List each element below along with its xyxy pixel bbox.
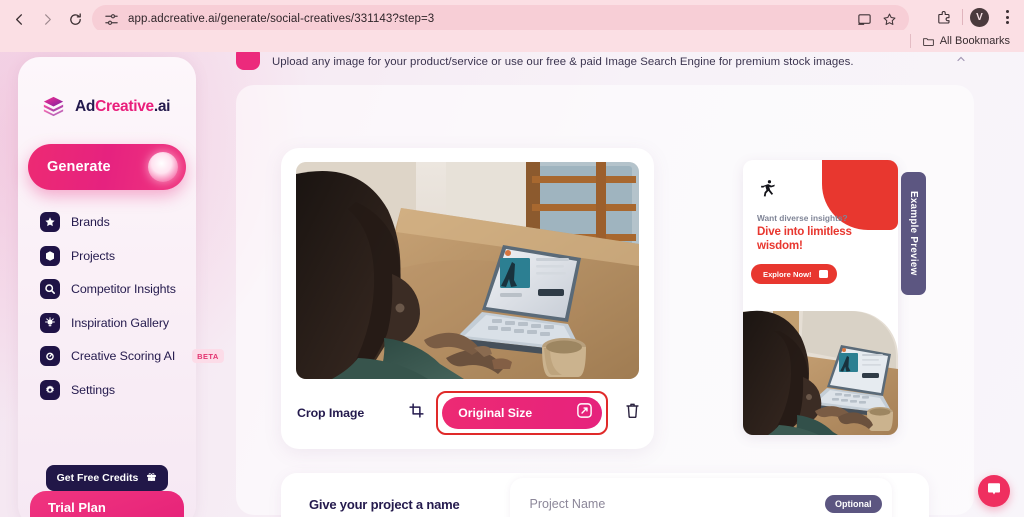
sidebar-item-inspiration-gallery[interactable]: Inspiration Gallery (40, 312, 196, 333)
preview-kicker: Want diverse insights? (757, 213, 848, 223)
logo-part-ai: .ai (153, 97, 171, 115)
adcreative-cube-logo (40, 93, 67, 120)
sidebar-item-label: Competitor Insights (71, 282, 176, 296)
get-free-credits-label: Get Free Credits (56, 472, 139, 484)
back-arrow-icon[interactable] (6, 7, 32, 31)
folder-icon (922, 35, 935, 48)
app-page: AdCreative.ai Generate Brands Projects C… (0, 52, 1024, 517)
sidebar-item-label: Creative Scoring AI (71, 349, 176, 363)
app-logo[interactable]: AdCreative.ai (18, 79, 196, 120)
sidebar-item-label: Projects (71, 248, 115, 263)
dancer-silhouette-logo (757, 177, 787, 210)
original-size-button[interactable]: Original Size (442, 397, 603, 429)
upload-hint-row: Upload any image for your product/servic… (236, 52, 854, 70)
gift-icon (146, 469, 157, 487)
navigation-buttons (6, 7, 88, 31)
upload-hint-text: Upload any image for your product/servic… (272, 56, 854, 68)
glowing-orb-icon (148, 152, 178, 182)
toolbar-divider (962, 9, 963, 25)
logo-part-creative: Creative (95, 97, 154, 115)
trash-icon (625, 402, 640, 424)
lightbulb-icon (40, 312, 60, 333)
chrome-right-controls: V (933, 6, 1018, 28)
white-square-icon (818, 270, 828, 278)
all-bookmarks-label: All Bookmarks (939, 35, 1010, 47)
main-content: Upload any image for your product/servic… (228, 52, 980, 517)
sidebar-item-competitor-insights[interactable]: Competitor Insights (40, 279, 196, 299)
original-size-label: Original Size (458, 406, 533, 420)
uploaded-image[interactable] (296, 162, 639, 379)
optional-badge: Optional (825, 495, 882, 513)
generate-button[interactable]: Generate (28, 144, 186, 190)
app-logo-text: AdCreative.ai (75, 98, 170, 116)
preview-cta-label: Explore Now! (763, 269, 812, 279)
upload-step-card: Crop Image Original Size Want diverse in… (236, 85, 974, 517)
sidebar-item-brands[interactable]: Brands (40, 212, 196, 232)
address-bar[interactable]: app.adcreative.ai/generate/social-creati… (92, 5, 909, 33)
sidebar-item-creative-scoring-ai[interactable]: Creative Scoring AI BETA (40, 346, 224, 366)
trial-plan-label: Trial Plan (48, 500, 106, 515)
avatar[interactable]: V (970, 7, 989, 27)
sidebar: AdCreative.ai Generate Brands Projects C… (18, 57, 224, 517)
original-size-highlight: Original Size (436, 391, 609, 435)
star-icon[interactable] (882, 12, 897, 27)
kebab-menu-icon[interactable] (996, 6, 1018, 28)
cast-icon[interactable] (857, 12, 872, 27)
reload-icon[interactable] (62, 7, 88, 31)
example-preview-card[interactable]: Want diverse insights? Dive into limitle… (743, 160, 898, 435)
sidebar-item-label: Settings (71, 382, 115, 397)
intercom-chat-button[interactable] (978, 475, 1010, 507)
example-preview-tab[interactable]: Example Preview (901, 172, 926, 295)
gear-icon (40, 379, 60, 400)
project-name-row: Give your project a name Optional (281, 473, 929, 517)
star-badge-icon (40, 212, 60, 232)
sidebar-nav: Brands Projects Competitor Insights Insp… (18, 212, 224, 400)
trial-plan-card[interactable]: Trial Plan (30, 491, 184, 517)
tune-icon[interactable] (104, 12, 119, 27)
extensions-icon[interactable] (933, 6, 955, 28)
chevron-up-icon[interactable] (956, 54, 966, 64)
generate-button-label: Generate (47, 159, 111, 175)
logo-part-ad: Ad (75, 97, 96, 115)
beta-badge: BETA (192, 349, 224, 363)
get-free-credits-button[interactable]: Get Free Credits (46, 465, 168, 491)
crop-image-button[interactable]: Crop Image (293, 396, 426, 430)
project-name-field[interactable]: Optional (509, 478, 892, 517)
cube-icon (40, 245, 60, 266)
bookmarks-divider (909, 34, 911, 48)
all-bookmarks-button[interactable]: All Bookmarks (922, 35, 1010, 48)
delete-image-button[interactable] (622, 402, 642, 424)
expand-corner-icon (576, 402, 593, 424)
example-preview-column: Want diverse insights? Dive into limitle… (691, 148, 926, 449)
sidebar-item-projects[interactable]: Projects (40, 245, 196, 266)
forward-arrow-icon[interactable] (34, 7, 60, 31)
omnibox-actions (857, 12, 897, 27)
project-name-input[interactable] (529, 497, 826, 511)
chat-bubble-icon (986, 481, 1002, 502)
project-name-label: Give your project a name (309, 496, 460, 512)
preview-headline: Dive into limitless wisdom! (757, 225, 852, 252)
sidebar-item-label: Brands (71, 215, 110, 229)
sidebar-item-label: Inspiration Gallery (71, 315, 169, 330)
preview-photo (743, 307, 898, 435)
crop-image-label: Crop Image (297, 406, 365, 420)
preview-logo-subtext (757, 207, 787, 210)
gauge-icon (40, 346, 60, 366)
example-preview-tab-label: Example Preview (908, 191, 919, 276)
sidebar-item-settings[interactable]: Settings (40, 379, 196, 400)
step-badge (236, 52, 260, 70)
url-text: app.adcreative.ai/generate/social-creati… (128, 13, 435, 25)
preview-cta-button[interactable]: Explore Now! (751, 264, 837, 284)
crop-icon (409, 403, 424, 423)
bookmarks-bar: All Bookmarks (0, 30, 1024, 52)
search-icon (40, 279, 60, 299)
image-action-row: Crop Image Original Size (281, 385, 654, 441)
uploaded-image-panel: Crop Image Original Size (281, 148, 654, 449)
